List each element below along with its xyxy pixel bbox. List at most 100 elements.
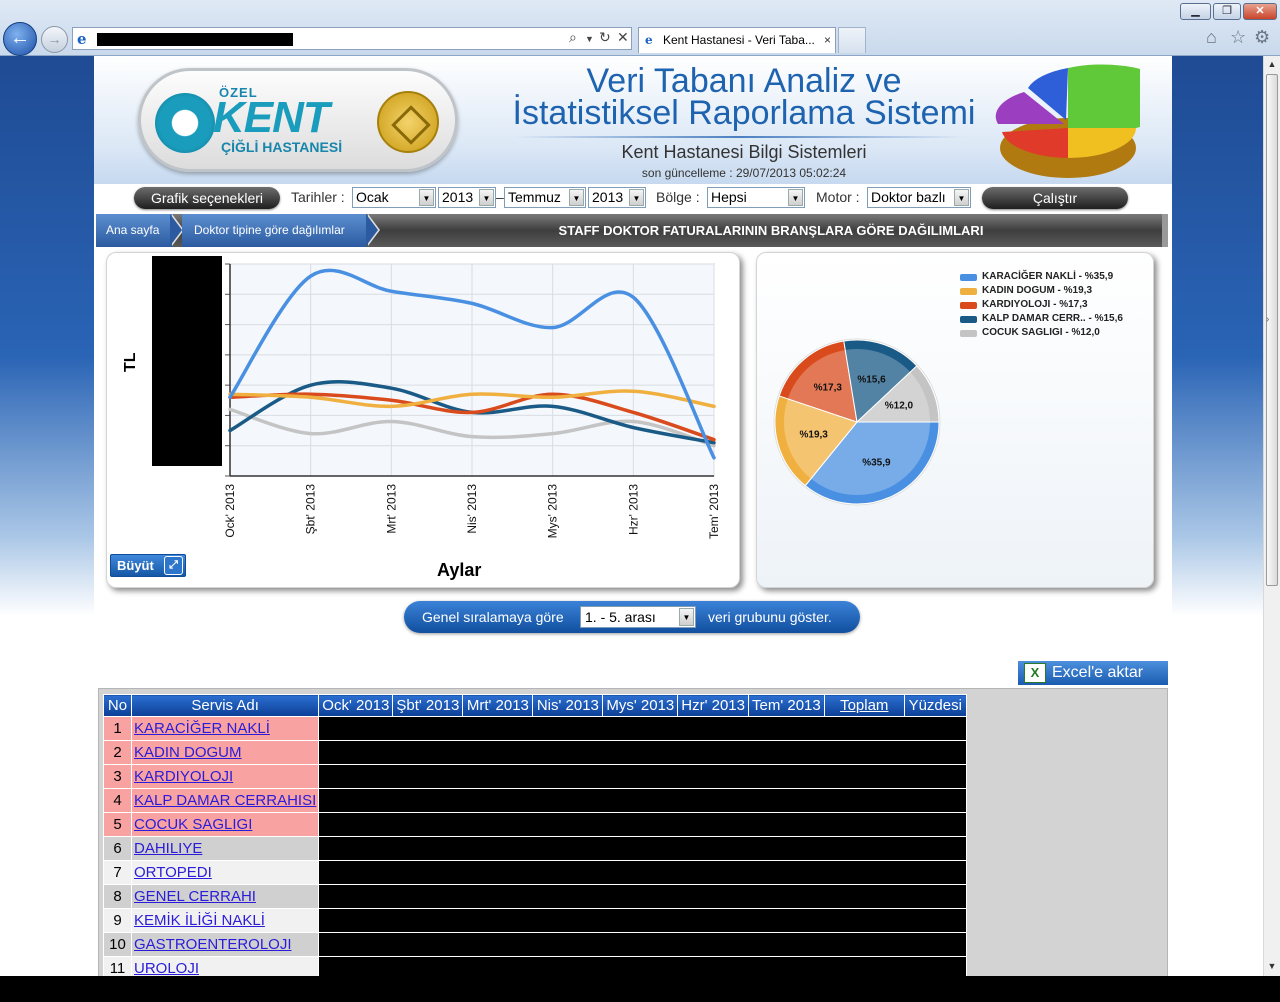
group-suffix: veri grubunu göster. — [708, 609, 832, 625]
table-row: 8 GENEL CERRAHI — [103, 884, 967, 909]
enlarge-button[interactable]: Büyüt ⤢ — [110, 554, 186, 577]
table-row: 5 COCUK SAGLIGI — [103, 812, 967, 837]
service-link[interactable]: GASTROENTEROLOJI — [134, 936, 292, 953]
service-link[interactable]: KADIN DOGUM — [134, 744, 242, 761]
column-header: Ock' 2013 — [318, 694, 394, 717]
y-axis-label: TL — [122, 352, 139, 372]
service-name-cell: KALP DAMAR CERRAHISI — [130, 788, 320, 813]
row-number: 6 — [103, 836, 132, 861]
home-icon[interactable]: ⌂ — [1206, 27, 1217, 48]
ie-page-icon: e — [77, 30, 87, 48]
service-link[interactable]: UROLOJI — [134, 960, 199, 976]
legend-label: COCUK SAGLIGI - %12,0 — [982, 327, 1100, 338]
pie-slice-label: %17,3 — [814, 383, 843, 394]
service-name-cell: DAHILIYE — [130, 836, 320, 861]
excel-icon: X — [1024, 663, 1046, 683]
page-content: ÖZEL KENT ÇİĞLİ HASTANESİ Veri Tabanı An… — [94, 56, 1172, 976]
service-link[interactable]: KARACİĞER NAKLİ — [134, 720, 270, 737]
scroll-thumb[interactable] — [1266, 74, 1278, 586]
group-range-select[interactable]: 1. - 5. arası ▼ — [580, 606, 696, 628]
service-name-cell: ORTOPEDI — [130, 860, 320, 885]
row-number: 8 — [103, 884, 132, 909]
pie-slice-label: %15,6 — [857, 374, 886, 385]
service-name-cell: KARACİĞER NAKLİ — [130, 716, 320, 741]
column-header: Tem' 2013 — [748, 694, 825, 717]
enlarge-label: Büyüt — [117, 558, 154, 573]
legend-swatch — [960, 274, 977, 281]
service-name-cell: GENEL CERRAHI — [130, 884, 320, 909]
excel-export-button[interactable]: X Excel'e aktar — [1018, 661, 1168, 685]
row-number: 9 — [103, 908, 132, 933]
vertical-scrollbar[interactable]: ▲ › ▼ — [1263, 56, 1280, 976]
redacted-bottom-bar — [0, 976, 1280, 1002]
scroll-down-icon[interactable]: ▼ — [1264, 958, 1280, 974]
service-link[interactable]: KEMİK İLİĞİ NAKLİ — [134, 912, 265, 929]
x-tick-label: Mrt' 2013 — [384, 484, 398, 534]
restore-icon[interactable]: ❐ — [1213, 3, 1241, 20]
column-header: Mrt' 2013 — [462, 694, 534, 717]
table-row: 2 KADIN DOGUM — [103, 740, 967, 765]
pie-slice-label: %35,9 — [862, 458, 891, 469]
row-number: 4 — [103, 788, 132, 813]
redacted-y-axis — [152, 256, 222, 466]
stop-icon[interactable]: ✕ — [617, 29, 629, 46]
minimize-icon[interactable]: ▁ — [1180, 3, 1211, 20]
service-link[interactable]: COCUK SAGLIGI — [134, 816, 252, 833]
refresh-icon[interactable]: ↻ — [599, 29, 611, 46]
service-link[interactable]: KALP DAMAR CERRAHISI — [134, 792, 316, 809]
browser-tab[interactable]: e Kent Hastanesi - Veri Taba... × — [638, 27, 836, 53]
legend-label: KARACİĞER NAKLİ - %35,9 — [982, 271, 1114, 282]
service-link[interactable]: DAHILIYE — [134, 840, 202, 857]
close-icon[interactable]: ✕ — [1243, 3, 1277, 20]
x-tick-label: Ock' 2013 — [223, 484, 237, 538]
star-icon[interactable]: ☆ — [1230, 27, 1246, 48]
redacted-values — [318, 764, 967, 789]
expand-icon: ⤢ — [164, 556, 183, 575]
new-tab-button[interactable] — [838, 27, 866, 53]
search-icon[interactable]: ⌕ — [569, 29, 577, 46]
legend-item: KARACİĞER NAKLİ - %35,9 — [960, 270, 1123, 284]
legend-swatch — [960, 288, 977, 295]
redacted-values — [318, 956, 967, 976]
service-name-cell: KADIN DOGUM — [130, 740, 320, 765]
dropdown-icon[interactable]: ▼ — [585, 34, 594, 44]
table-row: 3 KARDIYOLOJI — [103, 764, 967, 789]
x-tick-label: Tem' 2013 — [707, 484, 721, 539]
legend-swatch — [960, 330, 977, 337]
legend-label: KARDIYOLOJI - %17,3 — [982, 299, 1088, 310]
x-tick-label: Hzr' 2013 — [626, 484, 640, 535]
address-bar[interactable]: e ⌕ ▼ ↻ ✕ — [72, 27, 632, 50]
legend-swatch — [960, 316, 977, 323]
pie-legend: KARACİĞER NAKLİ - %35,9 KADIN DOGUM - %19… — [960, 270, 1123, 340]
data-table-container: No Servis Adı Ock' 2013 Şbt' 2013 Mrt' 2013 N… — [98, 688, 1168, 976]
forward-arrow-icon[interactable]: → — [41, 26, 68, 53]
row-number: 3 — [103, 764, 132, 789]
column-header: Şbt' 2013 — [392, 694, 464, 717]
row-number: 5 — [103, 812, 132, 837]
column-header[interactable]: Toplam — [823, 694, 905, 717]
service-link[interactable]: ORTOPEDI — [134, 864, 212, 881]
service-link[interactable]: KARDIYOLOJI — [134, 768, 233, 785]
redacted-values — [318, 812, 967, 837]
chevron-right-icon: › — [1266, 314, 1270, 325]
scroll-up-icon[interactable]: ▲ — [1264, 56, 1280, 72]
column-header: Nis' 2013 — [532, 694, 604, 717]
row-number: 11 — [103, 956, 132, 976]
back-arrow-icon[interactable]: ← — [3, 22, 37, 56]
legend-label: KADIN DOGUM - %19,3 — [982, 285, 1093, 296]
service-link[interactable]: GENEL CERRAHI — [134, 888, 256, 905]
service-name-cell: GASTROENTEROLOJI — [130, 932, 320, 957]
gear-icon[interactable]: ⚙ — [1254, 27, 1270, 48]
x-axis-label: Aylar — [437, 560, 482, 580]
column-header: Yüzdesi — [903, 694, 967, 717]
table-row: 11 UROLOJI — [103, 956, 967, 976]
redacted-values — [318, 932, 967, 957]
table-row: 7 ORTOPEDI — [103, 860, 967, 885]
table-row: 4 KALP DAMAR CERRAHISI — [103, 788, 967, 813]
legend-item: KALP DAMAR CERR.. - %15,6 — [960, 312, 1123, 326]
column-header: Servis Adı — [130, 694, 320, 717]
chevron-down-icon: ▼ — [679, 608, 694, 626]
tab-close-icon[interactable]: × — [824, 28, 831, 52]
ie-tab-icon: e — [645, 33, 653, 47]
column-header: No — [103, 694, 132, 717]
